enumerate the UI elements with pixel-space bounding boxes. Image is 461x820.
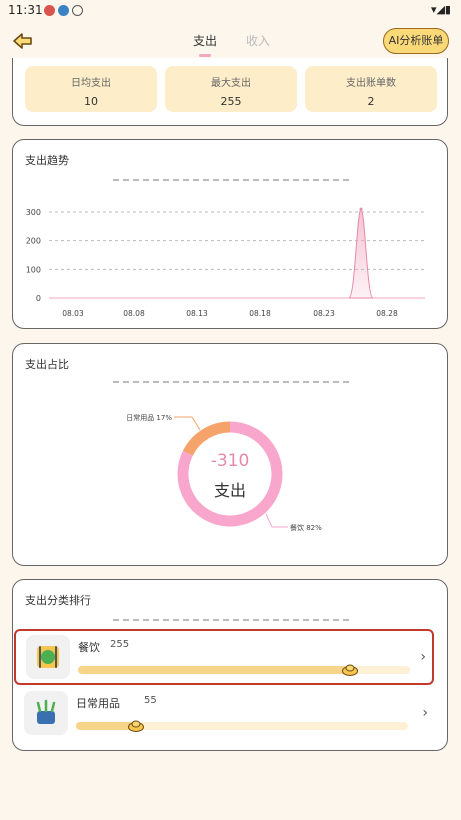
trend-card: 支出趋势 0 100 200 300 08.03 08.08 08.13 08.18 08.23… — [12, 139, 448, 329]
y-tick-label: 300 — [26, 208, 41, 217]
tab-income[interactable]: 收入 — [246, 32, 270, 49]
ranking-row-daily-goods[interactable]: 日常用品 55 › — [14, 687, 434, 743]
x-tick-label: 08.23 — [313, 309, 335, 318]
notification-icon — [44, 5, 55, 16]
gold-ingot-icon — [128, 720, 144, 732]
series-area — [348, 208, 374, 299]
stat-label: 日均支出 — [71, 78, 111, 89]
stat-value: 255 — [220, 95, 242, 108]
ranking-title: 支出分类排行 — [25, 594, 91, 607]
x-tick-label: 08.13 — [186, 309, 208, 318]
data-point — [359, 207, 363, 211]
center-value: -310 — [211, 451, 250, 471]
trend-chart: 0 100 200 300 08.03 08.08 08.13 08.18 08.23 08.28 — [26, 207, 425, 318]
gold-ingot-icon — [342, 664, 358, 676]
download-icon — [58, 5, 69, 16]
status-bar: 11:31 ▾◢▮ — [0, 0, 461, 22]
x-tick-label: 08.18 — [249, 309, 271, 318]
stat-max-expense: 最大支出 255 — [165, 66, 297, 112]
stat-daily-average: 日均支出 10 — [25, 66, 157, 112]
daily-goods-icon — [24, 691, 68, 735]
stat-value: 10 — [84, 95, 98, 108]
progress-fill — [78, 666, 350, 674]
eye-icon — [72, 5, 83, 16]
summary-card: 日均支出 10 最大支出 255 支出账单数 2 — [12, 58, 448, 126]
x-tick-label: 08.08 — [123, 309, 145, 318]
back-arrow-icon[interactable] — [12, 32, 34, 50]
category-amount: 55 — [144, 695, 157, 706]
stat-label: 最大支出 — [211, 78, 251, 89]
stat-label: 支出账单数 — [346, 78, 396, 89]
y-tick-label: 100 — [26, 265, 41, 274]
chevron-right-icon[interactable]: › — [420, 649, 426, 665]
stat-bill-count: 支出账单数 2 — [305, 66, 437, 112]
slice-label: 日常用品 17% — [126, 413, 172, 422]
center-label: 支出 — [214, 481, 246, 500]
ranking-row-dining[interactable]: 餐饮 255 › — [14, 629, 434, 685]
label-leader-line — [174, 416, 201, 431]
signal-wifi-battery-icon: ▾◢▮ — [430, 3, 451, 16]
status-time: 11:31 — [8, 3, 43, 17]
progress-fill — [76, 722, 136, 730]
pie-slice — [182, 421, 231, 456]
tab-indicator — [199, 54, 211, 57]
ai-analysis-button[interactable]: AI分析账单 — [383, 28, 449, 54]
stat-value: 2 — [367, 95, 375, 108]
category-name: 餐饮 — [78, 641, 100, 654]
tab-expense[interactable]: 支出 — [193, 32, 217, 49]
slice-label: 餐饮 82% — [290, 523, 322, 532]
progress-track — [78, 664, 410, 676]
label-leader-line — [265, 513, 288, 528]
divider — [113, 619, 349, 621]
category-amount: 255 — [110, 639, 130, 650]
y-tick-label: 200 — [26, 237, 41, 246]
donut-chart: 日常用品 17% 餐饮 82% -310 支出 — [126, 413, 322, 532]
y-tick-label: 0 — [36, 294, 41, 303]
category-name: 日常用品 — [76, 697, 120, 710]
chevron-right-icon[interactable]: › — [422, 705, 428, 721]
top-bar: 支出 收入 AI分析账单 — [0, 26, 461, 60]
share-card: 支出占比 日常用品 17% 餐饮 82% -310 支出 — [12, 343, 448, 566]
dining-icon — [26, 635, 70, 679]
x-tick-label: 08.03 — [62, 309, 84, 318]
progress-track — [76, 720, 408, 732]
x-tick-label: 08.28 — [376, 309, 398, 318]
